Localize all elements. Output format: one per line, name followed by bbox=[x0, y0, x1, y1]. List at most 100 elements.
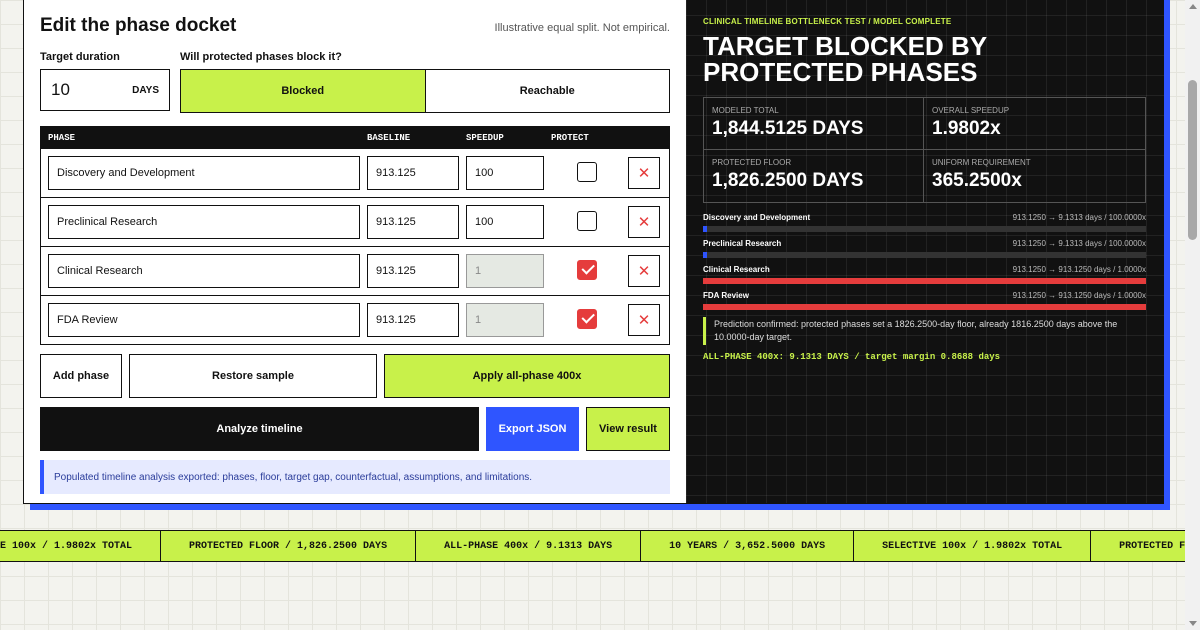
bar-fill bbox=[703, 304, 1146, 310]
target-duration-label: Target duration bbox=[40, 51, 120, 63]
phase-bars: Discovery and Development 913.1250 → 9.13… bbox=[703, 213, 1146, 310]
scroll-up-arrow-icon[interactable] bbox=[1189, 4, 1197, 9]
phase-name-input[interactable]: FDA Review bbox=[48, 303, 360, 337]
analyze-timeline-button[interactable]: Analyze timeline bbox=[40, 407, 479, 451]
phase-bar: Discovery and Development 913.1250 → 9.13… bbox=[703, 213, 1146, 232]
toggle-reachable[interactable]: Reachable bbox=[426, 70, 670, 112]
stat-uniform-requirement: UNIFORM REQUIREMENT 365.2500x bbox=[924, 150, 1145, 202]
ticker-item: SELECTIVE 100x / 1.9802x TOTAL bbox=[854, 531, 1092, 561]
bar-fill bbox=[703, 226, 708, 232]
phase-bar: Clinical Research 913.1250 → 913.1250 day… bbox=[703, 265, 1146, 284]
ticker-item: SELECTIVE 100x / 1.9802x TOTAL bbox=[0, 531, 162, 561]
export-json-button[interactable]: Export JSON bbox=[486, 407, 579, 451]
bar-track bbox=[703, 226, 1146, 232]
stat-label: UNIFORM REQUIREMENT bbox=[932, 158, 1031, 167]
bar-fill bbox=[703, 278, 1146, 284]
result-headline: TARGET BLOCKED BY PROTECTED PHASES bbox=[703, 33, 1146, 85]
bar-detail: 913.1250 → 913.1250 days / 1.0000x bbox=[1012, 265, 1146, 274]
ticker-item: PROTECTED FLOOR / 1,826.2500 DAYS bbox=[161, 531, 417, 561]
stat-protected-floor: PROTECTED FLOOR 1,826.2500 DAYS bbox=[704, 150, 924, 202]
delete-phase-button[interactable]: ✕ bbox=[628, 206, 660, 238]
bar-detail: 913.1250 → 9.1313 days / 100.0000x bbox=[1012, 239, 1146, 248]
delete-phase-button[interactable]: ✕ bbox=[628, 255, 660, 287]
phase-table: PHASE BASELINE SPEEDUP PROTECT Discovery… bbox=[40, 126, 670, 345]
phase-bar: Preclinical Research 913.1250 → 9.1313 da… bbox=[703, 239, 1146, 258]
restore-sample-button[interactable]: Restore sample bbox=[129, 354, 377, 398]
stat-overall-speedup: OVERALL SPEEDUP 1.9802x bbox=[924, 98, 1145, 150]
phase-name-input[interactable]: Discovery and Development bbox=[48, 156, 360, 190]
stat-label: OVERALL SPEEDUP bbox=[932, 106, 1010, 115]
editor-note: Illustrative equal split. Not empirical. bbox=[494, 22, 670, 34]
action-row-1: Add phase Restore sample Apply all-phase… bbox=[40, 354, 670, 398]
ticker-track: SELECTIVE 100x / 1.9802x TOTAL PROTECTED… bbox=[0, 531, 1185, 561]
bar-detail: 913.1250 → 9.1313 days / 100.0000x bbox=[1012, 213, 1146, 222]
protect-checkbox[interactable] bbox=[577, 162, 597, 182]
stat-value: 1.9802x bbox=[932, 118, 1001, 139]
ticker-item: PROTECTED FLOOR / 1,826.2500 DAYS bbox=[1091, 531, 1185, 561]
controls-row: 10 DAYS Blocked Reachable bbox=[40, 69, 670, 113]
target-duration-unit: DAYS bbox=[132, 84, 159, 96]
speedup-input[interactable]: 100 bbox=[466, 205, 544, 239]
baseline-input[interactable]: 913.125 bbox=[367, 205, 459, 239]
protect-checkbox[interactable] bbox=[577, 211, 597, 231]
bar-track bbox=[703, 278, 1146, 284]
target-duration-value[interactable]: 10 bbox=[51, 80, 70, 100]
table-row: Clinical Research 913.125 1 ✕ bbox=[41, 246, 669, 295]
bar-fill bbox=[703, 252, 708, 258]
main-card: Edit the phase docket Illustrative equal… bbox=[23, 0, 1164, 504]
bar-track bbox=[703, 252, 1146, 258]
close-icon: ✕ bbox=[637, 263, 651, 280]
bar-name: Preclinical Research bbox=[703, 239, 782, 248]
table-row: FDA Review 913.125 1 ✕ bbox=[41, 295, 669, 344]
bar-name: Clinical Research bbox=[703, 265, 770, 274]
phase-name-input[interactable]: Clinical Research bbox=[48, 254, 360, 288]
stat-value: 1,826.2500 DAYS bbox=[712, 170, 864, 191]
table-header: PHASE BASELINE SPEEDUP PROTECT bbox=[41, 127, 669, 148]
delete-phase-button[interactable]: ✕ bbox=[628, 157, 660, 189]
headline-line-1: TARGET BLOCKED BY bbox=[703, 31, 988, 61]
counterfactual-line: ALL-PHASE 400x: 9.1313 DAYS / target mar… bbox=[703, 352, 1001, 362]
scroll-thumb[interactable] bbox=[1188, 80, 1197, 240]
baseline-input[interactable]: 913.125 bbox=[367, 303, 459, 337]
phase-bar: FDA Review 913.1250 → 913.1250 days / 1.0… bbox=[703, 291, 1146, 310]
prediction-note: Prediction confirmed: protected phases s… bbox=[703, 317, 1146, 345]
ticker-strip: SELECTIVE 100x / 1.9802x TOTAL PROTECTED… bbox=[0, 530, 1185, 562]
ticker-item: 10 YEARS / 3,652.5000 DAYS bbox=[641, 531, 855, 561]
bar-name: FDA Review bbox=[703, 291, 749, 300]
ticker-item: ALL-PHASE 400x / 9.1313 DAYS bbox=[416, 531, 642, 561]
add-phase-button[interactable]: Add phase bbox=[40, 354, 122, 398]
headline-line-2: PROTECTED PHASES bbox=[703, 57, 978, 87]
protect-checkbox-checked[interactable] bbox=[577, 309, 597, 329]
speedup-input[interactable]: 100 bbox=[466, 156, 544, 190]
protect-checkbox-checked[interactable] bbox=[577, 260, 597, 280]
control-labels: Target duration Will protected phases bl… bbox=[40, 51, 670, 63]
phase-name-input[interactable]: Preclinical Research bbox=[48, 205, 360, 239]
apply-all-phase-button[interactable]: Apply all-phase 400x bbox=[384, 354, 670, 398]
stats-grid: MODELED TOTAL 1,844.5125 DAYS OVERALL SP… bbox=[703, 97, 1146, 203]
target-duration-input[interactable]: 10 DAYS bbox=[40, 69, 170, 111]
speedup-input-locked: 1 bbox=[466, 254, 544, 288]
stat-value: 1,844.5125 DAYS bbox=[712, 118, 864, 139]
close-icon: ✕ bbox=[637, 214, 651, 231]
view-result-button[interactable]: View result bbox=[586, 407, 670, 451]
col-speedup: SPEEDUP bbox=[466, 132, 504, 143]
editor-title: Edit the phase docket bbox=[40, 15, 237, 36]
bar-detail: 913.1250 → 913.1250 days / 1.0000x bbox=[1012, 291, 1146, 300]
table-row: Discovery and Development 913.125 100 ✕ bbox=[41, 148, 669, 197]
block-toggle[interactable]: Blocked Reachable bbox=[180, 69, 670, 113]
close-icon: ✕ bbox=[637, 312, 651, 329]
phase-editor: Edit the phase docket Illustrative equal… bbox=[24, 0, 686, 503]
bar-track bbox=[703, 304, 1146, 310]
page-scrollbar[interactable] bbox=[1185, 0, 1200, 630]
baseline-input[interactable]: 913.125 bbox=[367, 156, 459, 190]
bar-name: Discovery and Development bbox=[703, 213, 811, 222]
table-row: Preclinical Research 913.125 100 ✕ bbox=[41, 197, 669, 246]
baseline-input[interactable]: 913.125 bbox=[367, 254, 459, 288]
scroll-down-arrow-icon[interactable] bbox=[1189, 621, 1197, 626]
delete-phase-button[interactable]: ✕ bbox=[628, 304, 660, 336]
toggle-blocked[interactable]: Blocked bbox=[181, 70, 426, 112]
stat-value: 365.2500x bbox=[932, 170, 1022, 191]
status-message: Populated timeline analysis exported: ph… bbox=[40, 460, 670, 494]
result-panel: CLINICAL TIMELINE BOTTLENECK TEST / MODE… bbox=[686, 0, 1164, 503]
stat-label: MODELED TOTAL bbox=[712, 106, 779, 115]
